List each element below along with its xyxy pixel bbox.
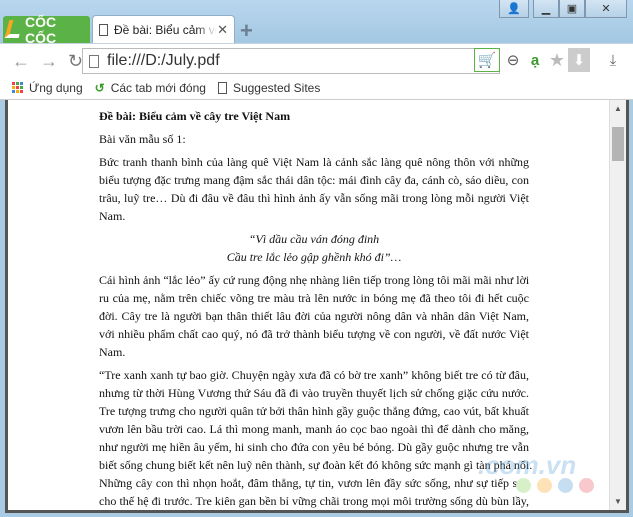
- close-tab-icon[interactable]: ✕: [217, 22, 228, 38]
- verse-line: “Vì dầu cầu ván đóng đinh: [248, 232, 380, 246]
- paragraph-3: “Tre xanh xanh tự bao giờ. Chuyện ngày x…: [99, 366, 533, 510]
- downloads-icon[interactable]: ⤓: [603, 48, 623, 72]
- watermark-dots: [516, 478, 594, 493]
- text-line: Tre tượng trưng cho người quân tử bởi th…: [99, 404, 529, 418]
- paragraph-2: Cái hình ảnh “lắc lẻo” ấy cứ rung động n…: [99, 271, 529, 361]
- scrollbar-thumb[interactable]: [612, 127, 624, 161]
- vertical-scrollbar[interactable]: ▲ ▼: [609, 100, 626, 510]
- text-line: với nhiều phẩm chất cao quý, nó đã trở t…: [99, 327, 529, 341]
- text-line: trâu, luỹ tre… Dù đi đâu về đâu thì hình…: [99, 191, 529, 205]
- scroll-down-icon[interactable]: ▼: [610, 497, 626, 506]
- bookmark-label: Các tab mới đóng: [110, 80, 206, 95]
- star-icon[interactable]: ★: [546, 48, 568, 72]
- back-button[interactable]: ←: [12, 51, 30, 72]
- page-icon: [217, 81, 227, 94]
- maximize-button[interactable]: ▣: [559, 0, 585, 18]
- text-line: Bức tranh thanh bình của làng quê Việt N…: [99, 155, 529, 169]
- vietnamese-input-icon[interactable]: ạ: [526, 48, 544, 72]
- document-subtitle: Bài văn mẫu số 1:: [99, 132, 186, 146]
- reload-button[interactable]: ↻: [68, 51, 83, 72]
- bookmark-recent-tabs[interactable]: ↺ Các tab mới đóng: [95, 81, 206, 95]
- scroll-up-icon[interactable]: ▲: [610, 104, 626, 113]
- page-icon: [99, 24, 108, 36]
- tab-title: Đề bài: Biểu cảm về cây tre Việt Nam: [114, 23, 217, 37]
- text-line: vươn lên bầu trời cao. Lá thì mong manh,…: [99, 422, 529, 436]
- profile-button[interactable]: 👤: [499, 0, 529, 18]
- text-line: biểu tượng đặc trưng mang đậm sắc thái d…: [99, 173, 529, 187]
- logo-text: CỐC CỐC: [25, 13, 57, 46]
- bookmark-label: Suggested Sites: [232, 80, 321, 95]
- verse-line: Cầu tre lắc lẻo gập ghềnh khó đi”…: [226, 250, 402, 264]
- leaf-icon: [4, 20, 24, 38]
- zoom-out-icon[interactable]: ⊖: [503, 48, 523, 72]
- file-icon: [89, 54, 99, 68]
- coccoc-logo[interactable]: CỐC CỐC: [3, 13, 90, 46]
- text-line: ru của mẹ, nằm trên chiếc võng tre màu t…: [99, 291, 529, 305]
- verse: “Vì dầu cầu ván đóng đinh Cầu tre lắc lẻo…: [99, 230, 529, 266]
- text-line: cho thế hệ đi trước. Tre kiên gan bền bỉ…: [99, 494, 529, 508]
- history-icon: ↺: [94, 80, 105, 95]
- minimize-button[interactable]: ▁: [533, 0, 559, 18]
- tab-active[interactable]: Đề bài: Biểu cảm về cây tre Việt Nam ✕: [92, 15, 235, 44]
- text-line: Nam.: [99, 209, 126, 223]
- bookmark-suggested-sites[interactable]: Suggested Sites: [217, 80, 321, 95]
- download-arrow-icon[interactable]: ⬇: [568, 48, 590, 72]
- close-window-button[interactable]: ✕: [585, 0, 627, 18]
- pdf-page: Đề bài: Biểu cảm về cây tre Việt Nam Bài…: [99, 107, 533, 510]
- text-line: Cái hình ảnh “lắc lẻo” ấy cứ rung động n…: [99, 273, 530, 287]
- bookmark-apps[interactable]: Ứng dụng: [12, 81, 83, 95]
- toolbar: ← → ↻ file:///D:/July.pdf 🛒 ⊖ ạ ★ ⬇ ⤓: [0, 43, 633, 76]
- apps-grid-icon: [12, 82, 23, 93]
- text-line: “Tre xanh xanh tự bao giờ. Chuyện ngày x…: [99, 368, 529, 382]
- bookmark-label: Ứng dụng: [29, 80, 83, 95]
- text-line: biết sống chung biết kết nên luỹ nên thà…: [99, 458, 533, 472]
- shopping-cart-icon[interactable]: 🛒: [474, 48, 500, 72]
- address-bar[interactable]: file:///D:/July.pdf: [82, 48, 500, 74]
- text-line: Nam.: [99, 345, 126, 359]
- text-line: Những cây con thì nhọn hoắt, đâm thẳng, …: [99, 476, 529, 490]
- bookmarks-bar: Ứng dụng ↺ Các tab mới đóng Suggested Si…: [0, 76, 633, 100]
- text-line: nhưng từ thời Hùng Vương thứ Sáu đã đi v…: [99, 386, 529, 400]
- address-text: file:///D:/July.pdf: [107, 52, 220, 69]
- forward-button[interactable]: →: [40, 51, 58, 72]
- text-line: đời. Cây tre là người bạn thân thiết lâu…: [99, 309, 529, 323]
- document-title: Đề bài: Biểu cảm về cây tre Việt Nam: [99, 109, 291, 123]
- watermark: .com.vn: [478, 450, 577, 480]
- pdf-viewer[interactable]: Đề bài: Biểu cảm về cây tre Việt Nam Bài…: [5, 100, 629, 513]
- new-tab-button[interactable]: +: [240, 18, 253, 44]
- user-icon: 👤: [507, 3, 521, 15]
- text-line: như người mẹ hiền âu yếm, hi sinh cho đứ…: [99, 440, 529, 454]
- paragraph-1: Bức tranh thanh bình của làng quê Việt N…: [99, 153, 529, 225]
